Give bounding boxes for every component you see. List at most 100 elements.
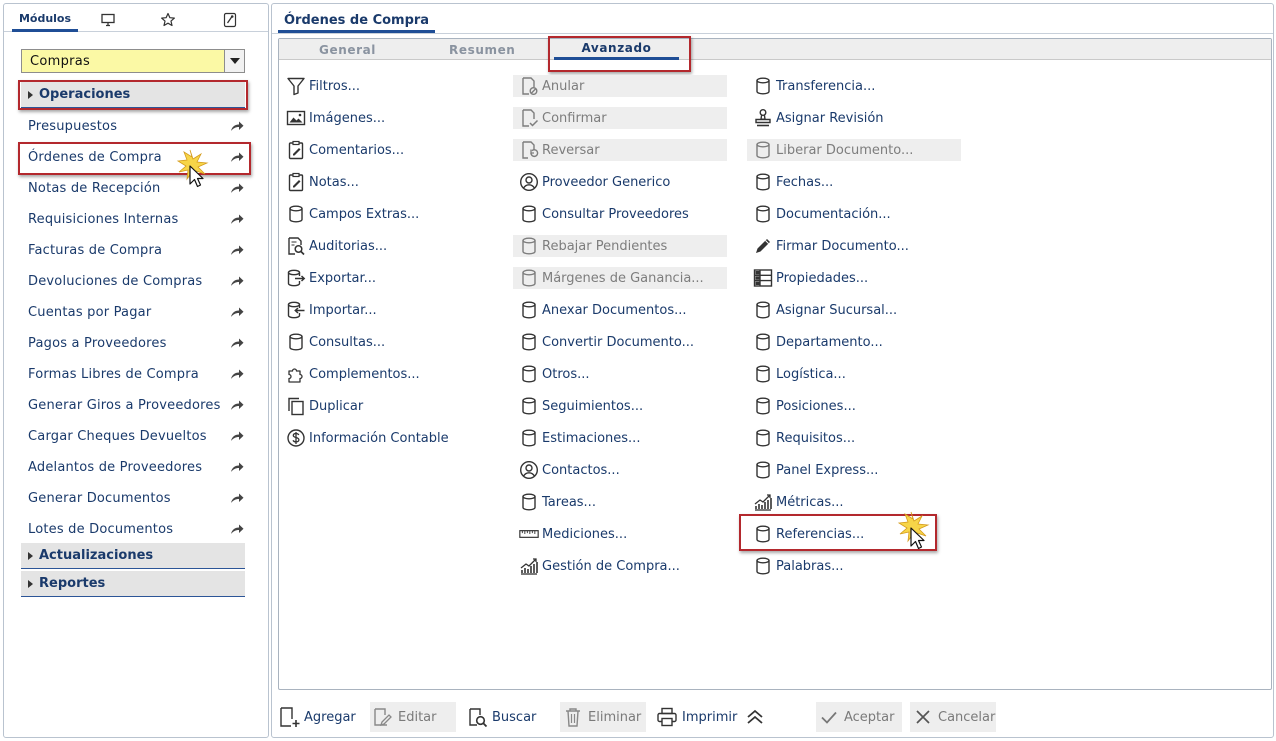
module-item[interactable]: Órdenes de Compra: [28, 146, 244, 168]
option-item[interactable]: Tareas...: [513, 491, 727, 513]
buscar-button[interactable]: Buscar: [466, 702, 546, 732]
share-arrow-icon[interactable]: [230, 212, 244, 226]
option-item[interactable]: Otros...: [513, 363, 727, 385]
share-arrow-icon[interactable]: [230, 429, 244, 443]
clipboard-edit-icon: [286, 140, 306, 160]
option-item[interactable]: Información Contable: [280, 427, 508, 449]
share-arrow-icon[interactable]: [230, 305, 244, 319]
share-arrow-icon[interactable]: [230, 491, 244, 505]
module-item[interactable]: Adelantos de Proveedores: [28, 456, 244, 478]
option-item[interactable]: Gestión de Compra...: [513, 555, 727, 577]
editar-button[interactable]: Editar: [370, 702, 456, 732]
module-item-label: Devoluciones de Compras: [28, 273, 203, 289]
option-item[interactable]: Exportar...: [280, 267, 508, 289]
option-item[interactable]: Métricas...: [747, 491, 961, 513]
option-item[interactable]: Consultas...: [280, 331, 508, 353]
aceptar-button[interactable]: Aceptar: [816, 702, 902, 732]
option-item[interactable]: Anexar Documentos...: [513, 299, 727, 321]
option-item[interactable]: Asignar Revisión: [747, 107, 961, 129]
option-item[interactable]: Reversar: [513, 139, 727, 161]
option-item[interactable]: Contactos...: [513, 459, 727, 481]
share-arrow-icon[interactable]: [230, 522, 244, 536]
option-item[interactable]: Liberar Documento...: [747, 139, 961, 161]
share-arrow-icon[interactable]: [230, 336, 244, 350]
share-arrow-icon[interactable]: [230, 181, 244, 195]
option-item[interactable]: Anular: [513, 75, 727, 97]
option-item[interactable]: Filtros...: [280, 75, 508, 97]
option-item[interactable]: Mediciones...: [513, 523, 727, 545]
option-item[interactable]: Palabras...: [747, 555, 961, 577]
pen-icon: [753, 236, 773, 256]
tab-ordenes-de-compra[interactable]: Órdenes de Compra: [278, 10, 436, 33]
option-item[interactable]: Complementos...: [280, 363, 508, 385]
module-item[interactable]: Devoluciones de Compras: [28, 270, 244, 292]
collapse-button[interactable]: [742, 702, 768, 732]
option-item[interactable]: Transferencia...: [747, 75, 961, 97]
share-arrow-icon[interactable]: [230, 367, 244, 381]
option-item[interactable]: Fechas...: [747, 171, 961, 193]
module-item[interactable]: Generar Documentos: [28, 487, 244, 509]
tab-tools[interactable]: [219, 8, 241, 32]
module-select[interactable]: Compras: [21, 49, 245, 73]
option-item[interactable]: Requisitos...: [747, 427, 961, 449]
search-document-icon: [466, 706, 488, 728]
module-item[interactable]: Formas Libres de Compra: [28, 363, 244, 385]
option-item[interactable]: Comentarios...: [280, 139, 508, 161]
module-item[interactable]: Notas de Recepción: [28, 177, 244, 199]
option-item[interactable]: Propiedades...: [747, 267, 961, 289]
module-item[interactable]: Generar Giros a Proveedores: [28, 394, 244, 416]
option-label: Consultas...: [309, 334, 386, 350]
option-item[interactable]: Auditorias...: [280, 235, 508, 257]
share-arrow-icon[interactable]: [230, 150, 244, 164]
eliminar-button[interactable]: Eliminar: [560, 702, 646, 732]
share-arrow-icon[interactable]: [230, 243, 244, 257]
share-arrow-icon[interactable]: [230, 274, 244, 288]
module-item[interactable]: Presupuestos: [28, 115, 244, 137]
option-item[interactable]: Referencias...: [747, 523, 961, 545]
option-item[interactable]: Imágenes...: [280, 107, 508, 129]
section-reportes[interactable]: Reportes: [21, 571, 245, 597]
module-item[interactable]: Cargar Cheques Devueltos: [28, 425, 244, 447]
subtab-resumen[interactable]: Resumen: [449, 39, 515, 60]
option-item[interactable]: Márgenes de Ganancia...: [513, 267, 727, 289]
module-item[interactable]: Requisiciones Internas: [28, 208, 244, 230]
option-item[interactable]: Departamento...: [747, 331, 961, 353]
cancelar-button[interactable]: Cancelar: [910, 702, 996, 732]
section-operaciones[interactable]: Operaciones: [21, 82, 245, 108]
option-item[interactable]: Seguimientos...: [513, 395, 727, 417]
share-arrow-icon[interactable]: [230, 460, 244, 474]
option-item[interactable]: Consultar Proveedores: [513, 203, 727, 225]
option-item[interactable]: Campos Extras...: [280, 203, 508, 225]
option-item[interactable]: Rebajar Pendientes: [513, 235, 727, 257]
module-item[interactable]: Cuentas por Pagar: [28, 301, 244, 323]
option-label: Referencias...: [776, 526, 865, 542]
option-item[interactable]: Documentación...: [747, 203, 961, 225]
subtab-general[interactable]: General: [319, 39, 376, 60]
option-item[interactable]: Logística...: [747, 363, 961, 385]
option-item[interactable]: Convertir Documento...: [513, 331, 727, 353]
option-item[interactable]: Panel Express...: [747, 459, 961, 481]
tab-monitor[interactable]: [97, 8, 119, 32]
tab-favorites[interactable]: [157, 8, 179, 32]
module-item[interactable]: Lotes de Documentos: [28, 518, 244, 540]
module-item-label: Formas Libres de Compra: [28, 366, 199, 382]
option-item[interactable]: Confirmar: [513, 107, 727, 129]
tab-modules[interactable]: Módulos: [12, 8, 78, 32]
subtab-avanzado[interactable]: Avanzado: [554, 39, 679, 60]
chevron-down-icon[interactable]: [224, 50, 244, 72]
section-actualizaciones[interactable]: Actualizaciones: [21, 543, 245, 569]
option-item[interactable]: Notas...: [280, 171, 508, 193]
module-item[interactable]: Pagos a Proveedores: [28, 332, 244, 354]
share-arrow-icon[interactable]: [230, 398, 244, 412]
imprimir-button[interactable]: Imprimir: [656, 702, 737, 732]
option-item[interactable]: Proveedor Generico: [513, 171, 727, 193]
option-item[interactable]: Firmar Documento...: [747, 235, 961, 257]
share-arrow-icon[interactable]: [230, 119, 244, 133]
option-item[interactable]: Asignar Sucursal...: [747, 299, 961, 321]
agregar-button[interactable]: Agregar: [278, 702, 358, 732]
option-item[interactable]: Duplicar: [280, 395, 508, 417]
option-item[interactable]: Importar...: [280, 299, 508, 321]
option-item[interactable]: Estimaciones...: [513, 427, 727, 449]
option-item[interactable]: Posiciones...: [747, 395, 961, 417]
module-item[interactable]: Facturas de Compra: [28, 239, 244, 261]
